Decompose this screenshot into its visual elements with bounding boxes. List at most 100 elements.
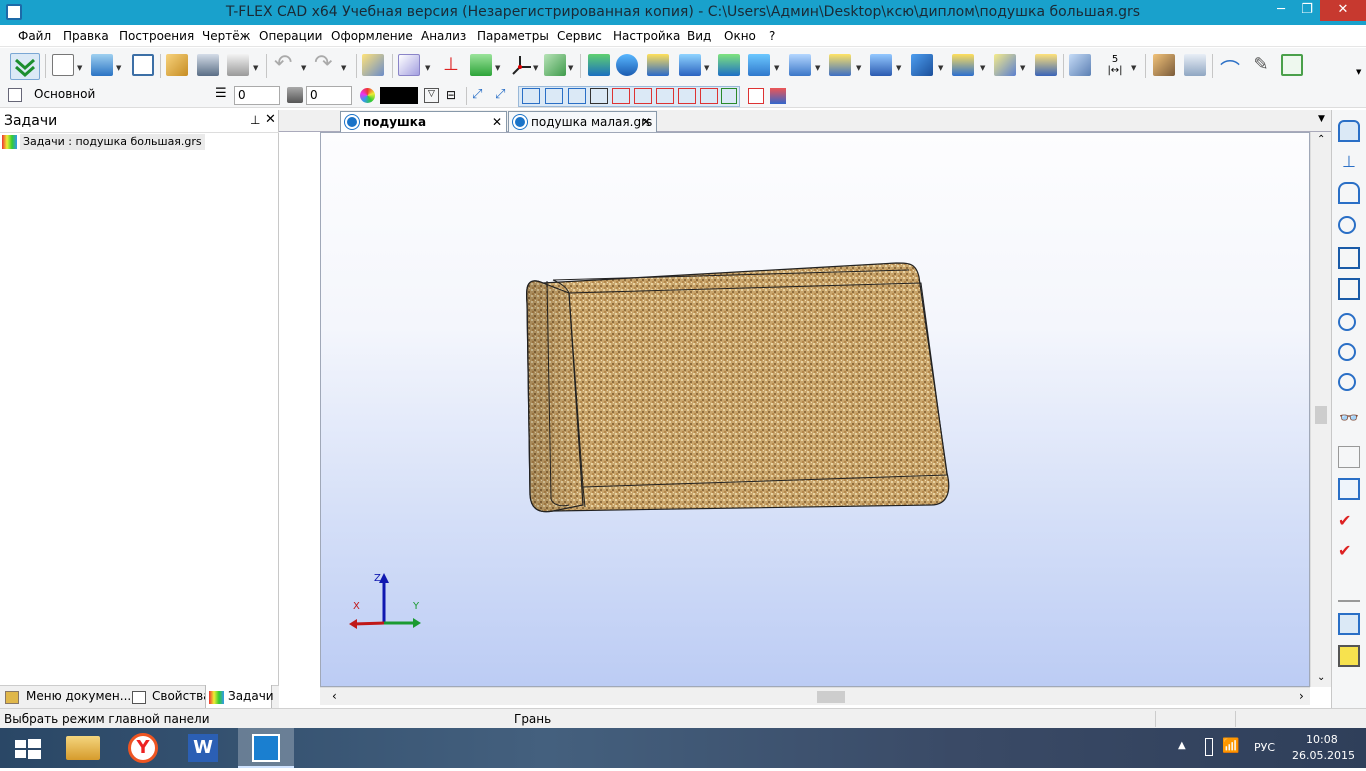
tab-close-icon[interactable]: ✕: [641, 112, 651, 132]
battery-icon[interactable]: [1205, 738, 1213, 756]
line-width-input[interactable]: 0: [234, 86, 280, 105]
tab-close-icon[interactable]: ✕: [492, 112, 502, 132]
menu-formatting[interactable]: Оформление: [331, 25, 413, 47]
menu-help[interactable]: ?: [769, 25, 775, 47]
color-swatch[interactable]: [380, 87, 418, 104]
save-icon[interactable]: [197, 54, 219, 76]
snap-point-icon[interactable]: [612, 88, 630, 104]
sweep-icon[interactable]: [718, 54, 740, 76]
line-icon[interactable]: ⊥: [440, 54, 462, 76]
loft-icon[interactable]: [679, 54, 701, 76]
boolean-icon[interactable]: [829, 54, 851, 76]
clock-date[interactable]: 26.05.2015: [1292, 749, 1355, 762]
menu-drawing[interactable]: Чертёж: [202, 25, 250, 47]
spline-icon[interactable]: [911, 54, 933, 76]
pin-icon[interactable]: ⊥: [250, 113, 260, 127]
view-icon[interactable]: [1035, 54, 1057, 76]
tab-tasks[interactable]: Задачи: [228, 689, 274, 703]
open-icon[interactable]: [166, 54, 188, 76]
window-icon[interactable]: [132, 54, 154, 76]
check-double-icon[interactable]: ✔: [1338, 541, 1360, 563]
maximize-button[interactable]: ❐: [1294, 0, 1320, 21]
select-all-icon[interactable]: ⤢: [495, 87, 513, 105]
zoom-window-icon[interactable]: [1338, 278, 1360, 300]
cube-shaded-icon[interactable]: [1338, 645, 1360, 667]
tab-document[interactable]: подушка малая.grs ✕: [508, 111, 657, 132]
tab-document-active[interactable]: подушка большая.grs ✕: [340, 111, 507, 149]
pattern-icon[interactable]: [789, 54, 811, 76]
tools-icon[interactable]: [1153, 54, 1175, 76]
filter-icon[interactable]: ⊟: [446, 88, 462, 104]
snap-intersection-icon[interactable]: [721, 88, 737, 104]
snap-edge-icon[interactable]: [545, 88, 563, 104]
menu-file[interactable]: Файл: [18, 25, 51, 47]
word-icon[interactable]: W: [176, 728, 232, 768]
panel-close-icon[interactable]: ✕: [265, 112, 276, 127]
toolbar-overflow-icon[interactable]: ▼: [1356, 68, 1361, 76]
camera-icon[interactable]: [748, 88, 764, 104]
pen-icon[interactable]: [362, 54, 384, 76]
new-3d-icon[interactable]: [91, 54, 113, 76]
menu-view[interactable]: Вид: [687, 25, 711, 47]
zoom-icon[interactable]: [1338, 216, 1356, 234]
pillow-model[interactable]: [525, 262, 950, 513]
solid-icon[interactable]: [870, 54, 892, 76]
3d-viewport[interactable]: Z Y X: [320, 132, 1310, 687]
thicken-icon[interactable]: [994, 54, 1016, 76]
copy-view-icon[interactable]: [1338, 446, 1360, 468]
menu-service[interactable]: Сервис: [557, 25, 602, 47]
menu-operations[interactable]: Операции: [259, 25, 322, 47]
menu-edit[interactable]: Правка: [63, 25, 109, 47]
snap-normal-icon[interactable]: [700, 88, 718, 104]
workplane-icon[interactable]: [544, 54, 566, 76]
zoom-in-icon[interactable]: [1338, 313, 1356, 331]
yandex-browser-icon[interactable]: Y: [116, 728, 172, 768]
color-dropdown-icon[interactable]: ▽: [424, 88, 439, 103]
clip-icon[interactable]: ⌒: [1219, 54, 1241, 82]
vertical-scroll-thumb[interactable]: [1315, 406, 1327, 424]
magnet-snap-icon[interactable]: [1338, 182, 1360, 204]
explorer-icon[interactable]: [56, 728, 112, 768]
menu-parameters[interactable]: Параметры: [477, 25, 549, 47]
zoom-fit-icon[interactable]: [1338, 247, 1360, 269]
snap-tangent-icon[interactable]: [678, 88, 696, 104]
snap-center-icon[interactable]: [634, 88, 652, 104]
calculator-icon[interactable]: [1184, 54, 1206, 76]
snap-icon[interactable]: ✎: [1250, 54, 1272, 76]
profile-icon[interactable]: [470, 54, 492, 76]
undo-icon[interactable]: ↶: [274, 53, 296, 76]
surface-icon[interactable]: [952, 54, 974, 76]
pin-view-icon[interactable]: ⊥: [1338, 152, 1360, 174]
fillet-icon[interactable]: [748, 54, 770, 76]
zoom-previous-icon[interactable]: [1338, 373, 1356, 391]
snap-grid-icon[interactable]: [590, 88, 608, 104]
tabs-dropdown-icon[interactable]: ▼: [1318, 114, 1325, 124]
copy-icon[interactable]: [1281, 54, 1303, 76]
minimize-button[interactable]: ─: [1268, 0, 1294, 21]
dimension-icon[interactable]: 5 |↔|: [1104, 54, 1126, 76]
tray-expand-icon[interactable]: ▲: [1178, 740, 1186, 751]
shell-icon[interactable]: [647, 54, 669, 76]
snap-vertex-icon[interactable]: [522, 88, 540, 104]
menu-construct[interactable]: Построения: [119, 25, 194, 47]
clock-time[interactable]: 10:08: [1306, 733, 1338, 746]
layers-icon[interactable]: [8, 88, 22, 102]
check-blue-icon[interactable]: ✔: [1338, 511, 1360, 533]
extrude-icon[interactable]: [588, 54, 610, 76]
settings-3d-icon[interactable]: [1069, 54, 1091, 76]
plane-icon[interactable]: [1338, 580, 1360, 602]
layout-icon[interactable]: [1338, 478, 1360, 500]
language-indicator[interactable]: РУС: [1254, 741, 1275, 754]
menu-settings[interactable]: Настройка: [613, 25, 680, 47]
material-icon[interactable]: [770, 88, 786, 104]
network-icon[interactable]: 📶: [1222, 738, 1239, 754]
vertical-scrollbar[interactable]: ⌃ ⌄: [1310, 132, 1331, 687]
magnet-icon[interactable]: [1338, 120, 1360, 142]
new-document-icon[interactable]: [52, 54, 74, 76]
horizontal-scroll-thumb[interactable]: [817, 691, 845, 703]
tflex-taskbar-icon[interactable]: [238, 728, 294, 768]
axes-icon[interactable]: [510, 54, 532, 76]
menu-window[interactable]: Окно: [724, 25, 756, 47]
horizontal-scrollbar[interactable]: ‹ ›: [320, 687, 1310, 705]
priority-input[interactable]: 0: [306, 86, 352, 105]
